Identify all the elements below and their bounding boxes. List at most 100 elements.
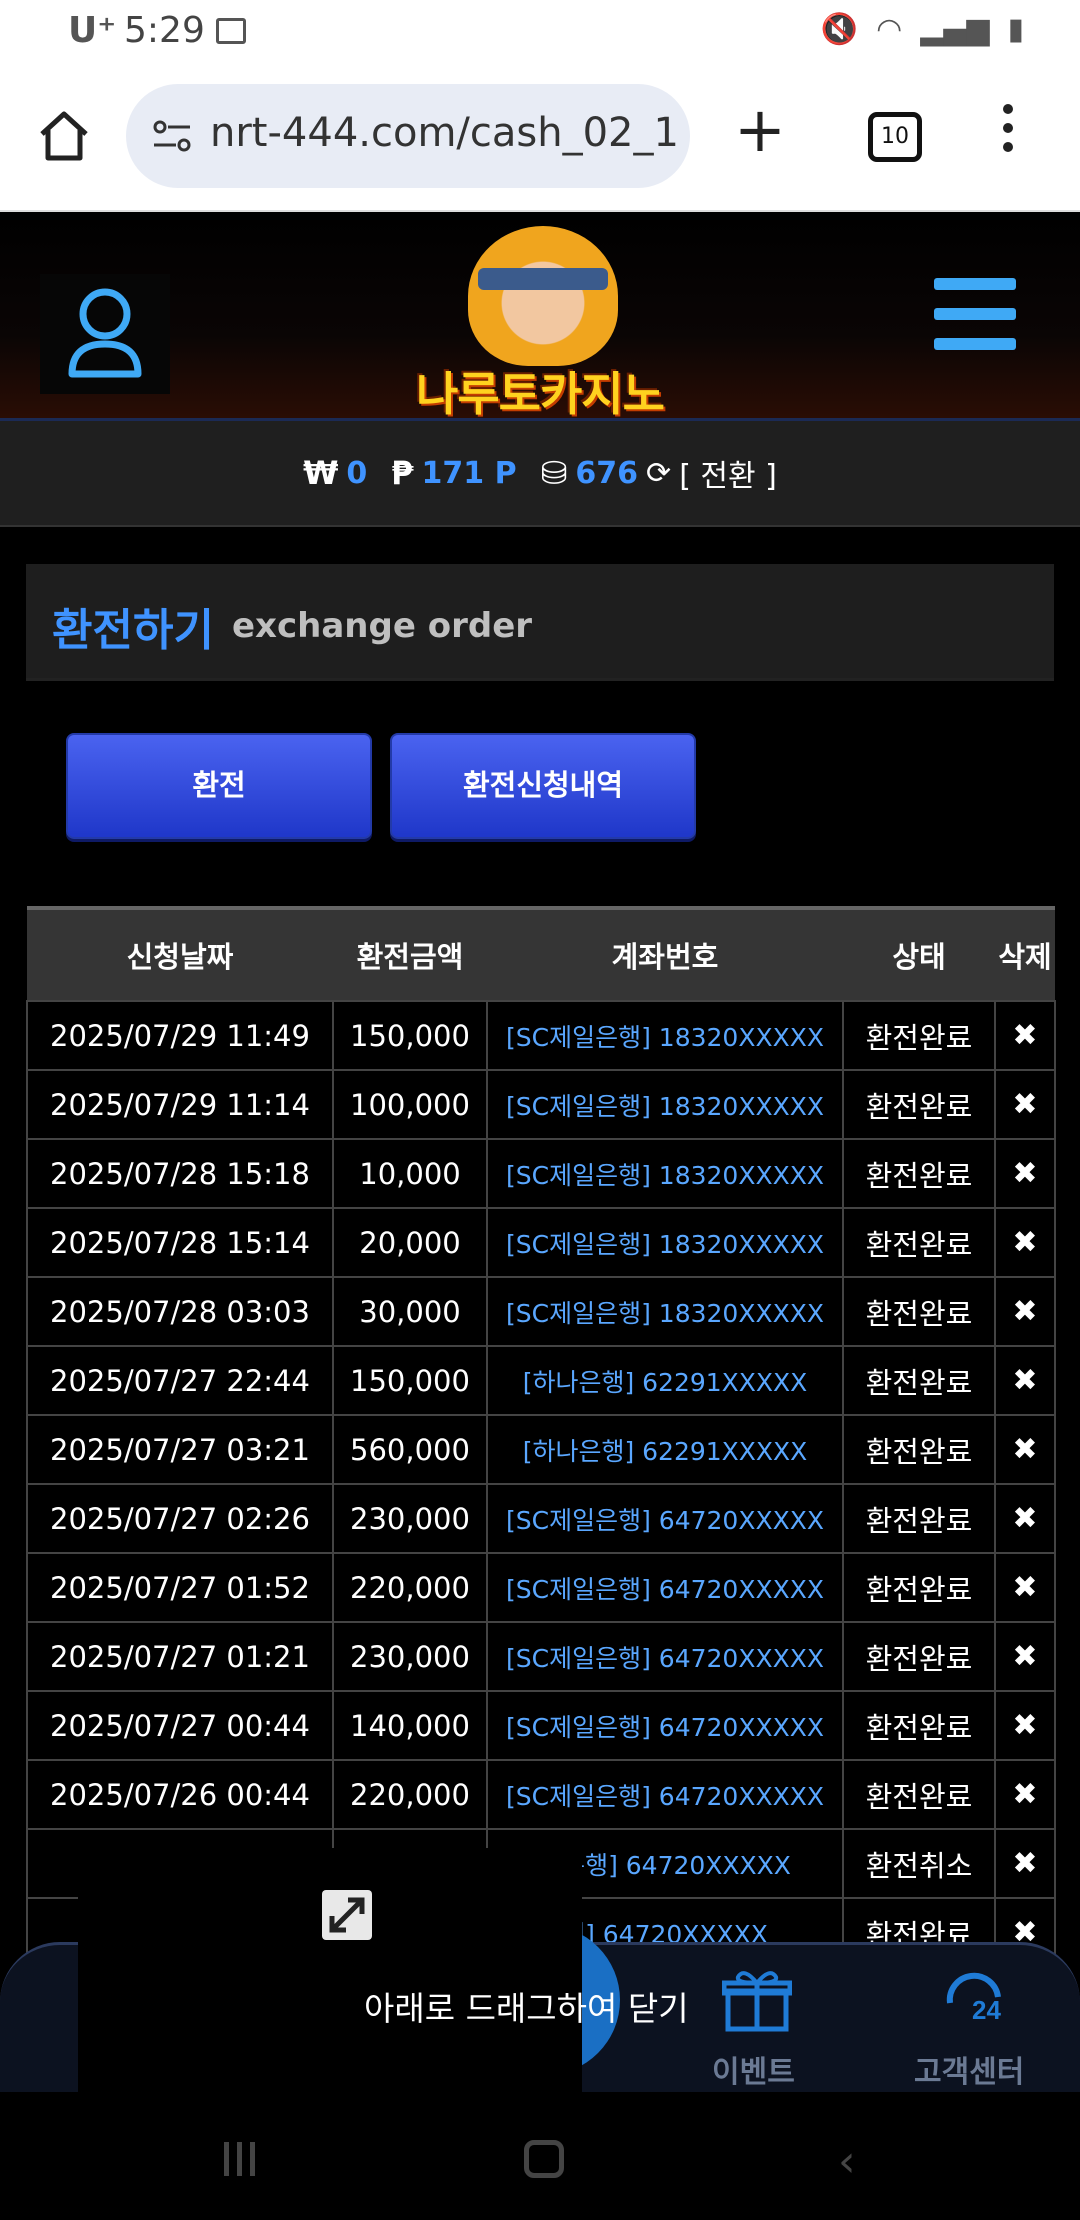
cell-amount: 20,000 — [332, 1207, 488, 1278]
cell-amount: 140,000 — [332, 1690, 488, 1761]
cell-amount: 150,000 — [332, 1345, 488, 1416]
user-icon[interactable] — [40, 274, 170, 394]
delete-icon[interactable]: ✖ — [994, 1069, 1056, 1140]
delete-icon[interactable]: ✖ — [994, 1552, 1056, 1623]
table-header-row: 신청날짜 환전금액 계좌번호 상태 삭제 — [27, 906, 1055, 1001]
cell-amount: 30,000 — [332, 1276, 488, 1347]
browser-menu-icon[interactable] — [1000, 104, 1016, 160]
point-balance-value: 171 P — [421, 455, 517, 491]
delete-icon[interactable]: ✖ — [994, 1690, 1056, 1761]
cell-status: 환전완료 — [842, 1759, 996, 1830]
support-24-icon[interactable]: 24 — [938, 1963, 1008, 2033]
new-tab-button[interactable]: + — [730, 99, 790, 161]
cell-date: 2025/07/28 15:14 — [26, 1207, 334, 1278]
header-date: 신청날짜 — [27, 906, 333, 1001]
wifi-icon: ◠ — [876, 12, 903, 47]
delete-icon[interactable]: ✖ — [994, 1138, 1056, 1209]
delete-icon[interactable]: ✖ — [994, 1345, 1056, 1416]
balance-bar: ₩ 0 ₱ 171 P ⛁ 676 ⟳ [ 전환 ] — [0, 421, 1080, 527]
delete-icon[interactable]: ✖ — [994, 1207, 1056, 1278]
cell-date: 2025/07/26 00:44 — [26, 1759, 334, 1830]
status-time: 5:29 — [124, 10, 205, 51]
table-row: 2025/07/29 11:14 100,000 [SC제일은행] 18320XXX… — [26, 1069, 1056, 1140]
site-logo[interactable]: 나루토카지노 — [404, 220, 676, 421]
nav-event-label[interactable]: 이벤트 — [712, 2047, 795, 2091]
won-icon: ₩ — [303, 454, 339, 492]
delete-icon[interactable]: ✖ — [994, 1000, 1056, 1071]
table-row: 2025/07/27 01:21 230,000 [SC제일은행] 64720XXX… — [26, 1621, 1056, 1692]
site-settings-icon[interactable] — [152, 118, 192, 154]
gift-icon[interactable] — [722, 1967, 792, 2033]
section-header: 환전하기 exchange order — [26, 564, 1054, 681]
cell-status: 환전완료 — [842, 1138, 996, 1209]
table-row: 2025/07/28 15:18 10,000 [SC제일은행] 18320XXXX… — [26, 1138, 1056, 1209]
recent-apps-icon[interactable] — [224, 2142, 264, 2176]
logo-character — [468, 226, 618, 366]
nav-support-label[interactable]: 고객센터 — [914, 2047, 1024, 2091]
carrier-label: U⁺ — [68, 10, 117, 51]
table-row: 2025/07/27 02:26 230,000 [SC제일은행] 64720XXX… — [26, 1483, 1056, 1554]
home-icon[interactable] — [36, 108, 92, 164]
cash-balance: ₩ 0 — [303, 454, 367, 492]
point-balance: ₱ 171 P — [391, 454, 516, 492]
cell-status: 환전완료 — [842, 1621, 996, 1692]
cell-amount: 560,000 — [332, 1414, 488, 1485]
cell-account: [SC제일은행] 64720XXXXX — [486, 1621, 844, 1692]
drag-close-panel[interactable] — [78, 1848, 582, 2092]
exchange-history-table: 신청날짜 환전금액 계좌번호 상태 삭제 2025/07/29 11:49 150… — [26, 906, 1056, 1968]
cell-date: 2025/07/29 11:49 — [26, 1000, 334, 1071]
cell-date: 2025/07/27 00:44 — [26, 1690, 334, 1761]
delete-icon[interactable]: ✖ — [994, 1414, 1056, 1485]
cell-date: 2025/07/28 03:03 — [26, 1276, 334, 1347]
mute-icon: 🔇 — [820, 12, 859, 47]
cell-date: 2025/07/28 15:18 — [26, 1138, 334, 1209]
header-account: 계좌번호 — [487, 906, 843, 1001]
header-delete: 삭제 — [995, 906, 1055, 1001]
delete-icon[interactable]: ✖ — [994, 1483, 1056, 1554]
delete-icon[interactable]: ✖ — [994, 1828, 1056, 1899]
exchange-history-button[interactable]: 환전신청내역 — [390, 733, 696, 839]
delete-icon[interactable]: ✖ — [994, 1621, 1056, 1692]
table-row: 2025/07/29 11:49 150,000 [SC제일은행] 18320XXX… — [26, 1000, 1056, 1071]
site-header: 나루토카지노 — [0, 212, 1080, 421]
status-icons: 🔇 ◠ ▂▄▆ ▮ — [821, 12, 1024, 47]
refresh-icon[interactable]: ⟳ — [646, 456, 671, 491]
hamburger-menu-icon[interactable] — [934, 278, 1016, 350]
logo-headband — [478, 268, 608, 290]
tab-switcher-button[interactable]: 10 — [868, 112, 922, 162]
page-subtitle: exchange order — [232, 606, 533, 646]
cell-amount: 10,000 — [332, 1138, 488, 1209]
cell-status: 환전완료 — [842, 1483, 996, 1554]
address-bar[interactable]: nrt-444.com/cash_02_1 — [126, 84, 690, 188]
cell-date: 2025/07/29 11:14 — [26, 1069, 334, 1140]
cell-account: [SC제일은행] 64720XXXXX — [486, 1759, 844, 1830]
cell-account: [하나은행] 62291XXXXX — [486, 1414, 844, 1485]
cell-status: 환전완료 — [842, 1690, 996, 1761]
table-row: 2025/07/28 03:03 30,000 [SC제일은행] 18320XXXX… — [26, 1276, 1056, 1347]
cell-account: [SC제일은행] 18320XXXXX — [486, 1069, 844, 1140]
cell-date: 2025/07/27 01:21 — [26, 1621, 334, 1692]
point-icon: ₱ — [391, 454, 414, 492]
cell-date: 2025/07/27 02:26 — [26, 1483, 334, 1554]
system-home-icon[interactable] — [524, 2140, 564, 2178]
cell-status: 환전완료 — [842, 1276, 996, 1347]
cell-amount: 220,000 — [332, 1552, 488, 1623]
exchange-button[interactable]: 환전 — [66, 733, 372, 839]
battery-icon: ▮ — [1007, 12, 1024, 47]
cash-balance-value: 0 — [346, 455, 368, 491]
status-bar: U⁺ 5:29 🔇 ◠ ▂▄▆ ▮ — [0, 0, 1080, 64]
cell-amount: 150,000 — [332, 1000, 488, 1071]
signal-icon: ▂▄▆ — [920, 12, 990, 47]
table-row: 2025/07/27 03:21 560,000 [하나은행] 62291XXXXX… — [26, 1414, 1056, 1485]
chip-balance: ⛁ 676 ⟳ [ 전환 ] — [541, 451, 777, 495]
cell-date: 2025/07/27 03:21 — [26, 1414, 334, 1485]
table-row: 2025/07/27 01:52 220,000 [SC제일은행] 64720XXX… — [26, 1552, 1056, 1623]
table-row: 2025/07/28 15:14 20,000 [SC제일은행] 18320XXXX… — [26, 1207, 1056, 1278]
expand-icon[interactable] — [322, 1890, 372, 1940]
convert-button[interactable]: [ 전환 ] — [679, 451, 777, 495]
drag-close-hint: 아래로 드래그하여 닫기 — [364, 1989, 689, 2028]
delete-icon[interactable]: ✖ — [994, 1276, 1056, 1347]
url-text[interactable]: nrt-444.com/cash_02_1 — [210, 110, 680, 156]
delete-icon[interactable]: ✖ — [994, 1759, 1056, 1830]
back-icon[interactable]: ‹ — [838, 2136, 856, 2187]
